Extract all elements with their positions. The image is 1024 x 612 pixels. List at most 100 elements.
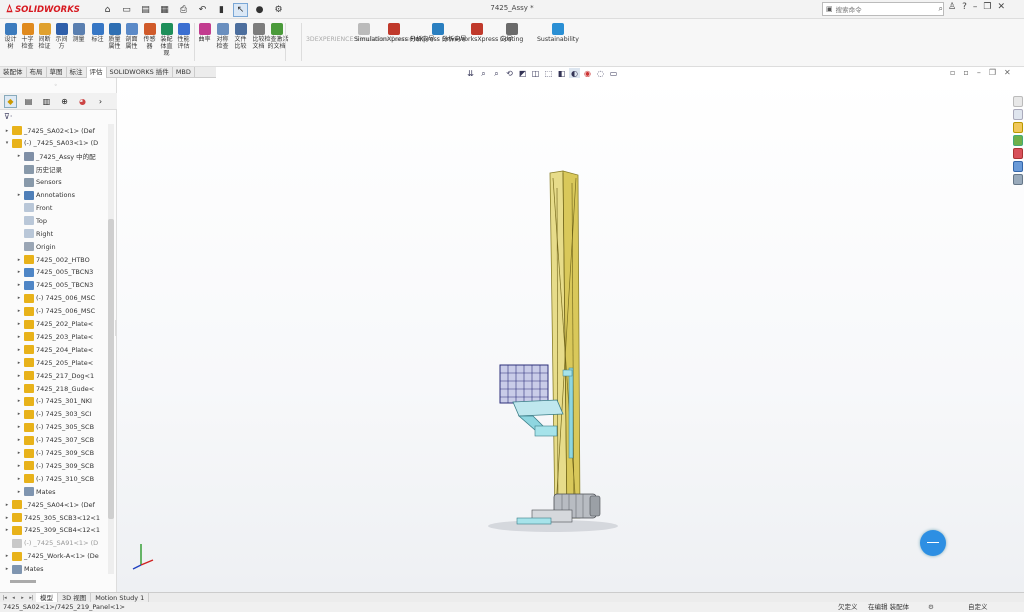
tree-item[interactable]: ▸ (-) 7425_006_MSC	[0, 305, 108, 318]
tree-item[interactable]: ▸ (-) 7425_305_SCB	[0, 421, 108, 434]
expand-arrow-icon[interactable]: ▸	[4, 566, 10, 572]
tree-item[interactable]: ▸ Annotations	[0, 189, 108, 202]
tool-check-document-button[interactable]: 检查激活 的文档	[265, 23, 289, 50]
tool-measure-button[interactable]: 测量	[70, 23, 87, 43]
tree-item[interactable]: ▸ 7425_305_SCB3<12<1	[0, 511, 108, 524]
tree-scrollbar-thumb[interactable]	[108, 219, 114, 519]
status-rebuild-icon[interactable]: ⚙	[928, 602, 934, 612]
expand-arrow-icon[interactable]: ▸	[16, 437, 22, 443]
solidworks-forum-icon[interactable]	[1013, 174, 1023, 185]
cmd-tab-1[interactable]: 布局	[27, 67, 47, 78]
expand-arrow-icon[interactable]: ▸	[4, 502, 10, 508]
tool-symmetry-check-button[interactable]: 对称 检查	[214, 23, 231, 50]
expand-arrow-icon[interactable]: ▸	[4, 128, 10, 134]
next-tab-icon[interactable]: ▸	[18, 594, 27, 602]
viewport-close-icon[interactable]: ✕	[1004, 68, 1011, 77]
expand-arrow-icon[interactable]: ▸	[16, 373, 22, 379]
cmd-tab-0[interactable]: 装配体	[0, 67, 27, 78]
tree-item[interactable]: ▸ Mates	[0, 485, 108, 498]
view-palette-icon[interactable]	[1013, 135, 1023, 146]
tool-clearance-button[interactable]: 示间 方	[53, 23, 70, 50]
expand-arrow-icon[interactable]: ▸	[16, 398, 22, 404]
search-commands-input[interactable]: ▣ 搜索命令 ⌕	[822, 2, 944, 16]
property-manager-tab-icon[interactable]: ▤	[22, 95, 35, 108]
prev-tab-icon[interactable]: ◂	[9, 594, 18, 602]
tree-item[interactable]: ▸ (-) 7425_006_MSC	[0, 292, 108, 305]
tree-item[interactable]: ▸ _7425_SA04<1> (Def	[0, 498, 108, 511]
tree-item[interactable]: ▸ (-) 7425_303_SCI	[0, 408, 108, 421]
tree-item[interactable]: ▸ 7425_218_Gude<	[0, 382, 108, 395]
solidworks-resources-icon[interactable]	[1013, 96, 1023, 107]
expand-arrow-icon[interactable]: ▸	[16, 321, 22, 327]
appearances-icon[interactable]	[1013, 148, 1023, 159]
tree-item[interactable]: Right	[0, 227, 108, 240]
expand-arrow-icon[interactable]: ▸	[16, 257, 22, 263]
expand-arrow-icon[interactable]: ▸	[16, 282, 22, 288]
tool-compare-button[interactable]: 文件 比较	[232, 23, 249, 50]
tool-gap-check-button[interactable]: 间断 检证	[36, 23, 53, 50]
expand-arrow-icon[interactable]: ▸	[16, 153, 22, 159]
tool-sensor-button[interactable]: 传感 器	[141, 23, 158, 50]
cmd-tab-5[interactable]: SOLIDWORKS 插件	[107, 67, 173, 78]
tool-costing-button[interactable]: Costing	[500, 23, 523, 44]
custom-properties-icon[interactable]	[1013, 161, 1023, 172]
expand-arrow-icon[interactable]: ▸	[16, 476, 22, 482]
cmd-tab-3[interactable]: 标注	[67, 67, 87, 78]
tool-curvature-button[interactable]: 曲率	[196, 23, 213, 43]
expand-arrow-icon[interactable]: ▸	[16, 269, 22, 275]
expand-arrow-icon[interactable]: ▸	[16, 334, 22, 340]
tool-design-tree-button[interactable]: 设计 树	[2, 23, 19, 50]
bottom-tab-2[interactable]: Motion Study 1	[91, 592, 150, 603]
expand-arrow-icon[interactable]: ▸	[4, 515, 10, 521]
expand-arrow-icon[interactable]: ▸	[16, 360, 22, 366]
cmd-tab-6[interactable]: MBD	[173, 67, 195, 78]
status-custom-units[interactable]: 自定义	[968, 602, 988, 612]
tree-item[interactable]: 历史记录	[0, 163, 108, 176]
expand-arrow-icon[interactable]: ▸	[16, 192, 22, 198]
expand-arrow-icon[interactable]: ▸	[16, 463, 22, 469]
more-tabs-chevron-icon[interactable]: ›	[94, 95, 107, 108]
filter-icon[interactable]: ⊽·	[4, 112, 12, 121]
bottom-tab-1[interactable]: 3D 视图	[58, 592, 92, 603]
tree-item[interactable]: ▸ 7425_205_Plate<	[0, 356, 108, 369]
tool-section-properties-button[interactable]: 剖面 属性	[123, 23, 140, 50]
tree-item[interactable]: ▸ 7425_005_TBCN3	[0, 266, 108, 279]
tool-assembly-visualization-button[interactable]: 装配 体直 观	[158, 23, 175, 57]
tree-item[interactable]: ▸ _7425_Work-A<1> (De	[0, 550, 108, 563]
cmd-tab-4[interactable]: 评估	[86, 67, 107, 78]
configuration-manager-tab-icon[interactable]: ▥	[40, 95, 53, 108]
tree-item[interactable]: Front	[0, 201, 108, 214]
assistant-button[interactable]	[920, 530, 946, 556]
tree-item[interactable]: ▸ 7425_002_HTBO	[0, 253, 108, 266]
graphics-area[interactable]	[117, 78, 1024, 592]
tool-markup-button[interactable]: 标注	[89, 23, 106, 43]
feature-manager-tab-icon[interactable]: ◆	[4, 94, 17, 108]
tree-item[interactable]: Origin	[0, 240, 108, 253]
tree-item[interactable]: Top	[0, 214, 108, 227]
expand-arrow-icon[interactable]: ▸	[16, 295, 22, 301]
restore-icon[interactable]: ❐	[983, 2, 991, 12]
first-tab-icon[interactable]: |◂	[0, 594, 9, 602]
tree-item[interactable]: ▸ 7425_202_Plate<	[0, 318, 108, 331]
close-icon[interactable]: ✕	[997, 2, 1005, 12]
tree-item[interactable]: (-) _7425_SA91<1> (D	[0, 537, 108, 550]
tool-sustainability-button[interactable]: Sustainability	[537, 23, 579, 44]
expand-arrow-icon[interactable]: ▸	[4, 527, 10, 533]
assembly-model-view[interactable]	[117, 78, 1024, 592]
tool-performance-button[interactable]: 性能 评估	[175, 23, 192, 50]
tool-crosshair-button[interactable]: 十字 检查	[19, 23, 36, 50]
tree-item[interactable]: ▸ _7425_SA02<1> (Def	[0, 124, 108, 137]
split-view-icon[interactable]: ▫	[950, 68, 955, 77]
expand-arrow-icon[interactable]: ▾	[4, 140, 10, 146]
tree-scrollbar[interactable]	[108, 124, 114, 574]
cmd-tab-2[interactable]: 草图	[47, 67, 67, 78]
expand-arrow-icon[interactable]: ▸	[16, 489, 22, 495]
viewport-minimize-icon[interactable]: –	[977, 68, 981, 77]
tree-item[interactable]: ▾ (-) _7425_SA03<1> (D	[0, 137, 108, 150]
last-tab-icon[interactable]: ▸|	[27, 594, 36, 602]
tree-item[interactable]: ▸ (-) 7425_309_SCB	[0, 447, 108, 460]
tree-item[interactable]: ▸ 7425_309_SCB4<12<1	[0, 524, 108, 537]
tree-item[interactable]: ▸ (-) 7425_307_SCB	[0, 434, 108, 447]
tree-item[interactable]: ▸ (-) 7425_310_SCB	[0, 472, 108, 485]
minimize-icon[interactable]: –	[973, 2, 978, 12]
